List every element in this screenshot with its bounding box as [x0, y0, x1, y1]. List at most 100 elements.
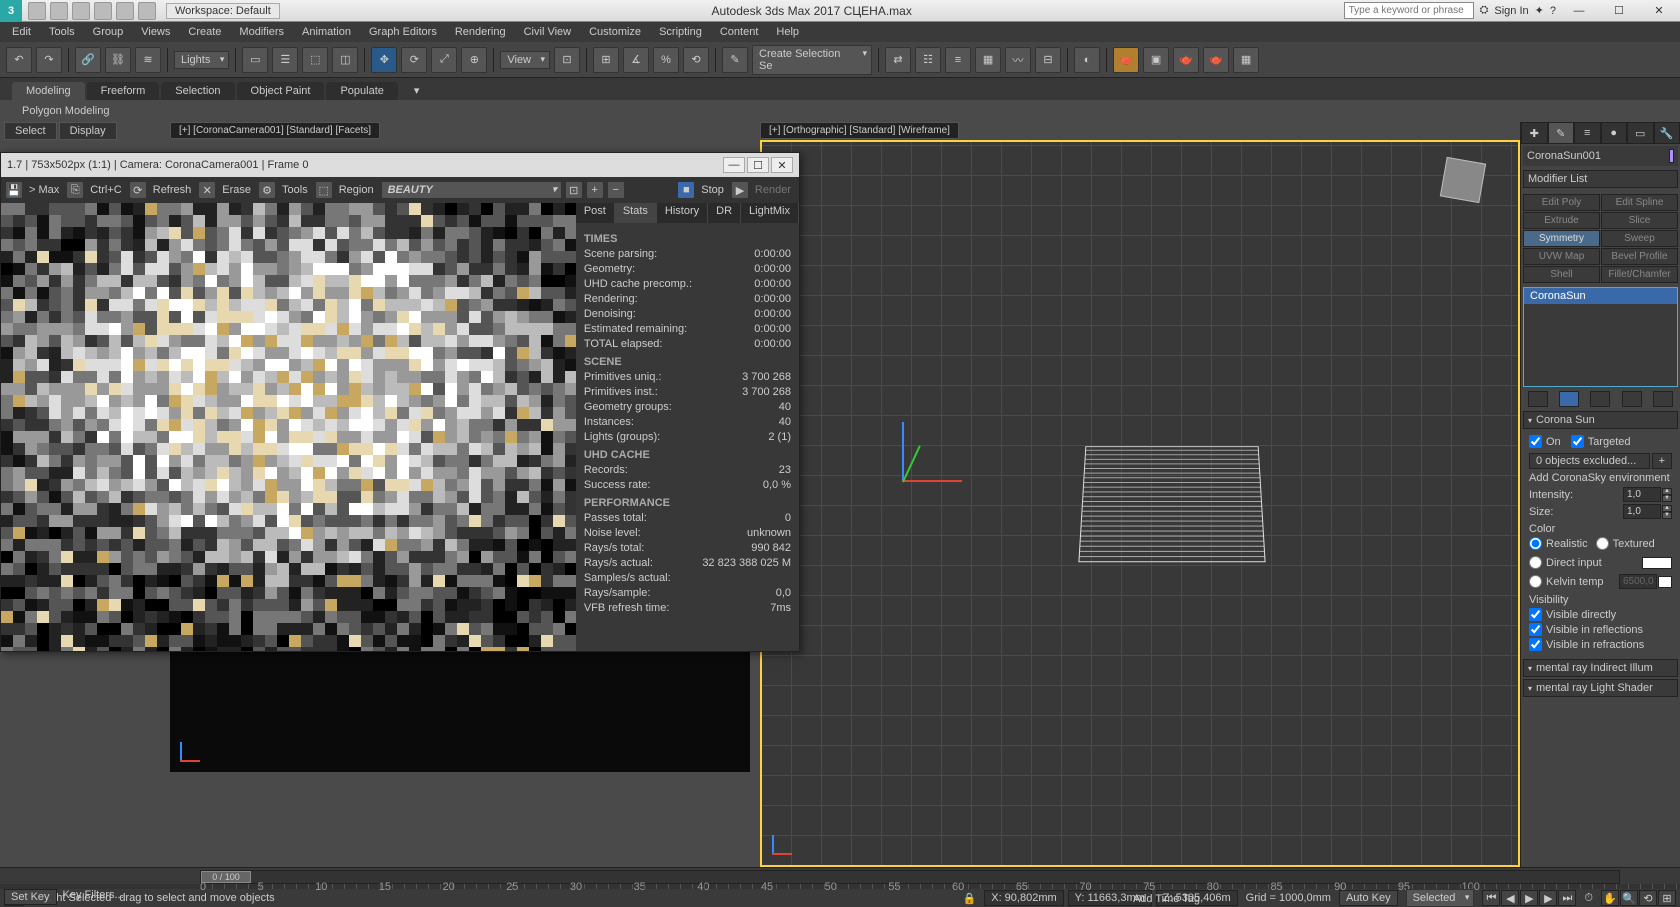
ribbon-toggle-icon[interactable]: ▾ [400, 81, 434, 100]
vfb-erase-button[interactable]: Erase [218, 184, 255, 196]
selection-filter-dropdown[interactable]: Lights [174, 51, 229, 69]
tab-object-paint[interactable]: Object Paint [237, 82, 325, 100]
viewport-label-left[interactable]: [+] [CoronaCamera001] [Standard] [Facets… [170, 122, 380, 139]
help-search-input[interactable] [1344, 2, 1474, 19]
scale-button[interactable]: ⤢ [431, 47, 457, 73]
infocenter-icon[interactable]: ⛭ [1480, 4, 1489, 17]
prev-frame-icon[interactable]: ◀ [1501, 890, 1519, 906]
mod-btn[interactable]: Fillet/Chamfer [1601, 266, 1678, 283]
rollout-header[interactable]: mental ray Indirect Illum [1523, 659, 1678, 677]
layers-button[interactable]: ≡ [945, 47, 971, 73]
vfb-render-button[interactable]: Render [751, 184, 795, 196]
object-name-input[interactable] [1527, 150, 1669, 162]
vfb-render-output[interactable] [1, 203, 576, 651]
setkey-button[interactable]: Set Key [4, 889, 57, 905]
undo-button[interactable]: ↶ [6, 47, 32, 73]
render-last-button[interactable]: 🫖 [1203, 47, 1229, 73]
menu-group[interactable]: Group [85, 24, 132, 40]
excluded-button[interactable]: 0 objects excluded... [1529, 453, 1650, 469]
vfb-ctrlc-button[interactable]: Ctrl+C [86, 184, 125, 196]
vfb-tab-post[interactable]: Post [576, 203, 615, 223]
vfb-tab-history[interactable]: History [657, 203, 708, 223]
spinner-up-icon[interactable]: ▲ [1662, 488, 1672, 495]
vfb-minimize-button[interactable]: — [723, 157, 745, 173]
vfb-stop-button[interactable]: Stop [697, 184, 728, 196]
max-toggle-icon[interactable]: ⊞ [1658, 890, 1676, 906]
mod-btn[interactable]: Slice [1601, 212, 1678, 229]
viewport-label-right[interactable]: [+] [Orthographic] [Standard] [Wireframe… [760, 122, 959, 139]
qat-btn[interactable] [94, 2, 112, 20]
motion-tab-icon[interactable]: ● [1601, 122, 1628, 144]
qat-btn[interactable] [72, 2, 90, 20]
kelvin-swatch[interactable] [1658, 576, 1672, 588]
qat-btn[interactable] [50, 2, 68, 20]
vfb-titlebar[interactable]: 1.7 | 753x502px (1:1) | Camera: CoronaCa… [1, 153, 799, 177]
configure-sets-icon[interactable] [1653, 391, 1673, 407]
add-sky-link[interactable]: Add CoronaSky environment [1529, 472, 1672, 484]
rollout-header[interactable]: Corona Sun [1523, 411, 1678, 429]
hierarchy-tab-icon[interactable]: ≡ [1574, 122, 1601, 144]
render-button[interactable]: 🫖 [1173, 47, 1199, 73]
spinner-up-icon[interactable]: ▲ [1662, 505, 1672, 512]
menu-rendering[interactable]: Rendering [447, 24, 514, 40]
direct-radio[interactable]: Direct input [1529, 556, 1602, 569]
menu-edit[interactable]: Edit [4, 24, 39, 40]
vfb-pass-dropdown[interactable]: BEAUTY [381, 181, 562, 199]
vfb-refresh-icon[interactable]: ⟳ [129, 181, 147, 199]
rollout-header[interactable]: mental ray Light Shader [1523, 679, 1678, 697]
time-config-icon[interactable]: ⏱ [1584, 892, 1593, 905]
key-mode-dropdown[interactable]: Selected [1406, 889, 1475, 907]
textured-radio[interactable]: Textured [1596, 537, 1655, 550]
select-button[interactable]: ▭ [242, 47, 268, 73]
visible-reflections-checkbox[interactable]: Visible in reflections [1529, 623, 1672, 636]
mod-btn[interactable]: UVW Map [1523, 248, 1600, 265]
visible-directly-checkbox[interactable]: Visible directly [1529, 608, 1672, 621]
vfb-maximize-button[interactable]: ☐ [747, 157, 769, 173]
named-selection-dropdown[interactable]: Create Selection Se [752, 45, 872, 75]
menu-customize[interactable]: Customize [581, 24, 649, 40]
viewcube[interactable] [1428, 152, 1498, 212]
ribbon-polygon-modeling[interactable]: Polygon Modeling [12, 103, 119, 119]
vfb-tab-stats[interactable]: Stats [615, 203, 657, 223]
display-tab[interactable]: Display [59, 122, 117, 140]
size-input[interactable] [1623, 504, 1661, 519]
app-logo[interactable]: 3 [0, 0, 22, 22]
pan-icon[interactable]: ✋ [1601, 890, 1619, 906]
tab-modeling[interactable]: Modeling [12, 82, 85, 100]
vfb-close-button[interactable]: ✕ [771, 157, 793, 173]
link-button[interactable]: 🔗 [75, 47, 101, 73]
vfb-tools-button[interactable]: Tools [278, 184, 312, 196]
angle-snap-button[interactable]: ∡ [623, 47, 649, 73]
mod-btn[interactable]: Extrude [1523, 212, 1600, 229]
on-checkbox[interactable]: On [1529, 435, 1561, 448]
workspace-dropdown[interactable]: Workspace: Default [166, 3, 280, 19]
minimize-button[interactable]: — [1562, 1, 1596, 21]
modify-tab-icon[interactable]: ✎ [1548, 122, 1575, 144]
unlink-button[interactable]: ⛓ [105, 47, 131, 73]
vfb-max-button[interactable]: > Max [25, 184, 63, 196]
vfb-render-icon[interactable]: ▶ [731, 181, 749, 199]
pin-stack-icon[interactable] [1528, 391, 1548, 407]
realistic-radio[interactable]: Realistic [1529, 537, 1588, 550]
color-swatch[interactable] [1642, 557, 1672, 569]
lock-icon[interactable]: 🔒 [963, 892, 977, 905]
wireframe-geometry[interactable] [1078, 446, 1265, 562]
goto-end-icon[interactable]: ⏭ [1558, 890, 1576, 906]
bind-button[interactable]: ≋ [135, 47, 161, 73]
vfb-erase-icon[interactable]: ✕ [198, 181, 216, 199]
menu-create[interactable]: Create [180, 24, 229, 40]
edit-named-sel-button[interactable]: ✎ [722, 47, 748, 73]
window-crossing-button[interactable]: ◫ [332, 47, 358, 73]
vfb-refresh-button[interactable]: Refresh [149, 184, 196, 196]
menu-modifiers[interactable]: Modifiers [231, 24, 292, 40]
vfb-zoom-in-icon[interactable]: + [586, 181, 604, 199]
curve-editor-button[interactable]: 〰 [1005, 47, 1031, 73]
mod-btn[interactable]: Shell [1523, 266, 1600, 283]
show-end-result-icon[interactable] [1559, 391, 1579, 407]
play-icon[interactable]: ▶ [1520, 890, 1538, 906]
spinner-down-icon[interactable]: ▼ [1662, 512, 1672, 519]
vfb-save-icon[interactable]: 💾 [5, 181, 23, 199]
vfb-tab-lightmix[interactable]: LightMix [741, 203, 799, 223]
mod-btn[interactable]: Edit Spline [1601, 194, 1678, 211]
close-button[interactable]: ✕ [1642, 1, 1676, 21]
